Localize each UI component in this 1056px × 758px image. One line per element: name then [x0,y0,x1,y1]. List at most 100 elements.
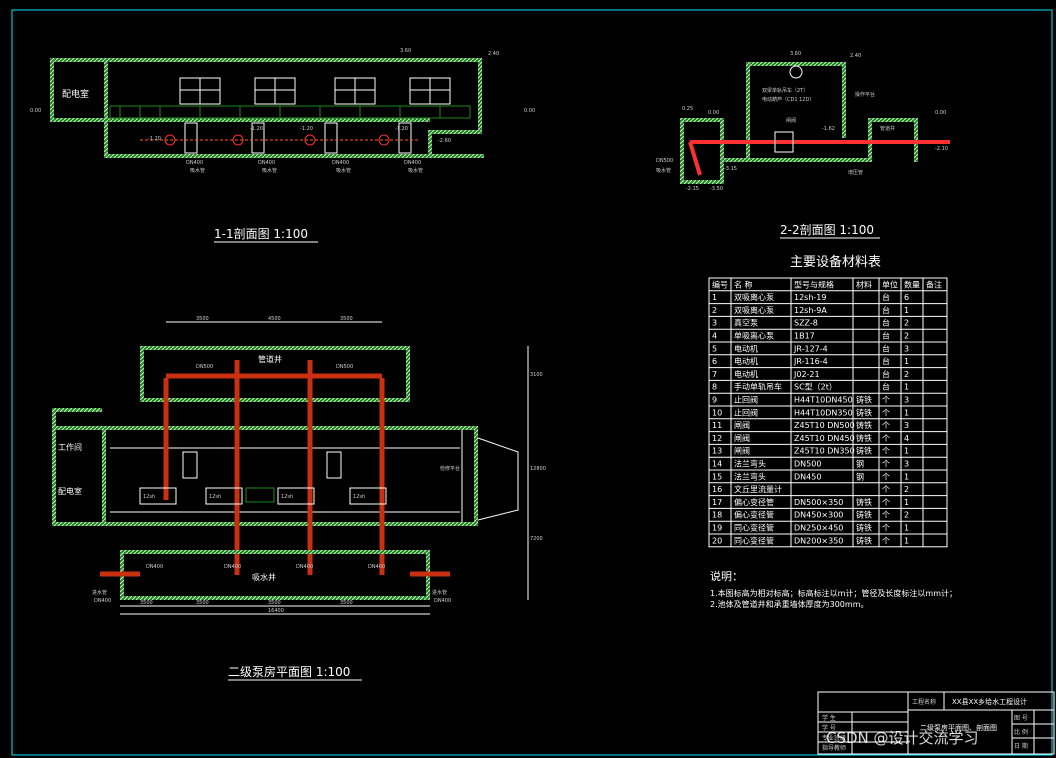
svg-text:检修平台: 检修平台 [440,465,460,472]
table-cell: 1 [904,357,909,366]
table-cell: 单吸离心泵 [734,331,774,341]
section-2-2: 双梁单轨吊车（2T） 电动葫芦（CD1 12D） 操作平台 管道井 DN500 … [656,51,950,239]
table-cell: 1 [904,472,909,481]
s1-pumps [140,122,420,154]
plan-pumps: 12sh 12sh 12sh 12sh [139,487,387,505]
svg-text:学 生: 学 生 [822,714,836,722]
section-1-title: 1-1剖面图 1:100 [214,227,308,241]
svg-text:-2.10: -2.10 [935,146,948,152]
table-cell: 1 [904,447,909,456]
table-cell: JR-116-4 [793,357,828,366]
table-cell: 真空泵 [734,318,758,328]
table-cell: 6 [712,357,717,366]
svg-text:-1.20: -1.20 [148,136,161,142]
table-cell: DN250×450 [794,524,843,533]
table-cell: 个 [882,485,890,494]
table-cell: 2 [712,306,717,315]
svg-text:-1.20: -1.20 [300,126,313,132]
table-cell: 个 [882,498,890,507]
svg-text:-1.20: -1.20 [395,126,408,132]
table-cell: 电动机 [734,356,758,366]
table-cell: 铸铁 [856,433,872,443]
svg-text:3.60: 3.60 [790,51,801,57]
table-cell: 8 [712,383,717,392]
svg-text:-3.15: -3.15 [724,166,737,172]
svg-text:3500: 3500 [196,316,209,322]
table-cell: 止回阀 [734,407,758,417]
table-cell: 2 [904,485,909,494]
table-cell: 3 [712,319,717,328]
table-cell: 闸阀 [734,447,750,456]
table-cell: 钢 [856,471,864,481]
svg-text:双梁单轨吊车（2T）: 双梁单轨吊车（2T） [762,87,808,94]
table-header-cell: 名 称 [734,279,753,289]
svg-text:DN400: DN400 [296,564,313,570]
title-project-name: XX县XX乡给水工程设计 [952,697,1027,706]
svg-text:DN500: DN500 [336,364,353,370]
table-cell: 台 [882,382,890,392]
svg-text:-2.15: -2.15 [686,186,699,192]
table-cell: 铸铁 [856,523,872,533]
table-cell: 2 [904,370,909,379]
table-cell: 个 [882,472,890,481]
table-cell: 17 [712,498,722,507]
table-cell: 15 [712,472,722,481]
svg-text:增压管: 增压管 [848,169,863,176]
svg-text:管道井: 管道井 [880,125,895,132]
table-cell: 3 [904,344,909,353]
svg-text:12sh: 12sh [353,494,365,500]
table-cell: 3 [904,460,909,469]
table-cell: 个 [882,511,890,520]
svg-text:12sh: 12sh [281,494,293,500]
table-cell: 6 [904,293,909,302]
svg-text:DN400: DN400 [434,598,451,604]
svg-text:工作间: 工作间 [58,442,82,452]
table-cell: 闸阀 [734,421,750,430]
table-cell: 11 [712,421,722,430]
table-cell: 2 [904,319,909,328]
svg-text:0.25: 0.25 [682,106,693,112]
svg-text:DN400: DN400 [258,160,275,166]
table-cell: 台 [882,343,890,353]
title-project-label: 工程名称 [912,698,936,706]
svg-text:3500: 3500 [140,600,153,606]
notes-line-1: 1.本图标高为相对标高；标高标注以m计；管径及长度标注以mm计； [710,588,957,598]
svg-text:DN400: DN400 [186,160,203,166]
svg-text:配电室: 配电室 [58,486,82,496]
svg-text:3.60: 3.60 [400,48,411,54]
plan-risers [163,360,385,575]
table-cell: 铸铁 [856,510,872,520]
svg-text:0.00: 0.00 [524,108,535,114]
table-cell: 1 [904,306,909,315]
table-cell: 12sh-19 [794,293,826,302]
s1-windows [179,77,451,105]
table-cell: DN500 [794,460,821,469]
table-cell: 铸铁 [856,497,872,507]
svg-text:吸水管: 吸水管 [656,167,671,174]
section-1-1: 配电室 DN400 DN400 DN400 DN400 吸水管 吸水管 吸水管 … [30,48,535,243]
table-cell: DN500×350 [794,498,843,507]
svg-text:12sh: 12sh [209,494,221,500]
table-cell: 19 [712,524,722,533]
table-cell: 1 [904,408,909,417]
table-cell: 手动单轨吊车 [734,382,782,392]
table-cell: 文丘里流量计 [734,484,782,494]
table-cell: 双吸离心泵 [734,305,774,315]
table-cell: 个 [882,434,890,443]
table-cell: 9 [712,396,717,405]
svg-text:DN500: DN500 [656,158,673,164]
table-cell: H44T10DN350 [794,408,853,417]
svg-text:吸水管: 吸水管 [262,167,277,174]
table-cell: 3 [904,421,909,430]
notes-heading: 说明： [710,569,743,583]
table-cell: 4 [712,332,717,341]
svg-text:闸阀: 闸阀 [786,117,796,124]
table-header-cell: 材料 [856,279,872,289]
table-cell: 10 [712,408,722,417]
table-cell: 台 [882,356,890,366]
table-cell: JR-127-4 [793,344,828,353]
table-cell: 个 [882,396,890,405]
table-cell: 4 [904,434,909,443]
pump-house-plan: 管道井 工作间 配电室 检修平台 12sh 12sh 12sh 12sh 吸水井… [52,316,546,681]
table-cell: SC型（2t） [794,383,837,392]
